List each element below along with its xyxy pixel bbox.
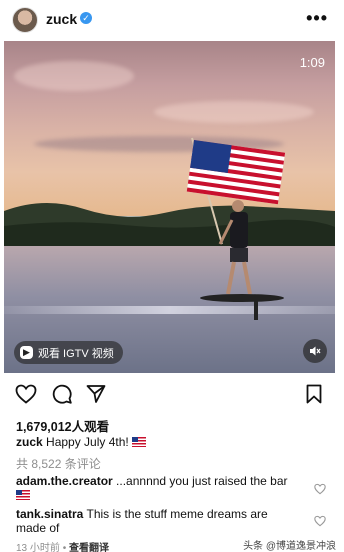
more-options-icon[interactable]: ••• (306, 8, 328, 29)
comment-button[interactable] (50, 382, 74, 406)
username[interactable]: zuck (46, 11, 77, 27)
comment-icon (52, 384, 72, 404)
video-duration: 1:09 (299, 55, 325, 70)
comment-item-continued (16, 488, 30, 502)
comment-text-continued: made of (16, 521, 60, 535)
mute-button[interactable] (303, 339, 327, 363)
comment-text: This is the stuff meme dreams are (86, 507, 268, 521)
watch-igtv-label: 观看 IGTV 视频 (38, 347, 114, 360)
caption-text: Happy July 4th! (46, 435, 129, 449)
comment-username[interactable]: tank.sinatra (16, 507, 83, 521)
video-cloud (154, 101, 314, 123)
mute-icon (310, 346, 321, 356)
comment-text: ...annnnd you just raised the bar (116, 474, 288, 488)
video-rider (186, 137, 286, 320)
us-flag-emoji-icon (16, 490, 30, 500)
play-icon: ▶ (20, 346, 33, 359)
watch-igtv-button[interactable]: ▶ 观看 IGTV 视频 (14, 341, 123, 364)
comment-item: tank.sinatra This is the stuff meme drea… (16, 507, 268, 521)
caption-username[interactable]: zuck (16, 435, 43, 449)
like-button[interactable] (14, 382, 38, 406)
watermark: 头条 @博道逸景冲浪 (243, 541, 336, 552)
bookmark-icon (306, 384, 322, 404)
us-flag-emoji-icon (132, 437, 147, 447)
video-cloud (14, 61, 134, 91)
separator: • (62, 543, 67, 552)
action-bar (0, 382, 344, 410)
save-button[interactable] (302, 382, 326, 406)
view-all-comments-link[interactable]: 共 8,522 条评论 (16, 455, 101, 472)
video-player[interactable]: 1:09 ▶ 观看 IGTV 视频 (4, 41, 335, 373)
see-translation-link[interactable]: 查看翻译 (69, 543, 109, 552)
caption: zuck Happy July 4th! (16, 435, 147, 449)
post-header: zuck ✓ ••• (0, 0, 344, 40)
heart-icon (15, 384, 37, 404)
comment-like-icon[interactable] (314, 483, 326, 495)
comment-item: adam.the.creator ...annnnd you just rais… (16, 474, 288, 488)
avatar[interactable] (12, 7, 38, 33)
view-count: 1,679,012人观看 (16, 420, 110, 434)
share-icon (86, 385, 106, 403)
post-timestamp: 13 小时前 (16, 543, 60, 552)
verified-badge-icon: ✓ (80, 12, 92, 24)
comment-like-icon[interactable] (314, 515, 326, 527)
share-button[interactable] (84, 382, 108, 406)
post-footer: 13 小时前 • 查看翻译 (16, 539, 109, 552)
comment-username[interactable]: adam.the.creator (16, 474, 113, 488)
